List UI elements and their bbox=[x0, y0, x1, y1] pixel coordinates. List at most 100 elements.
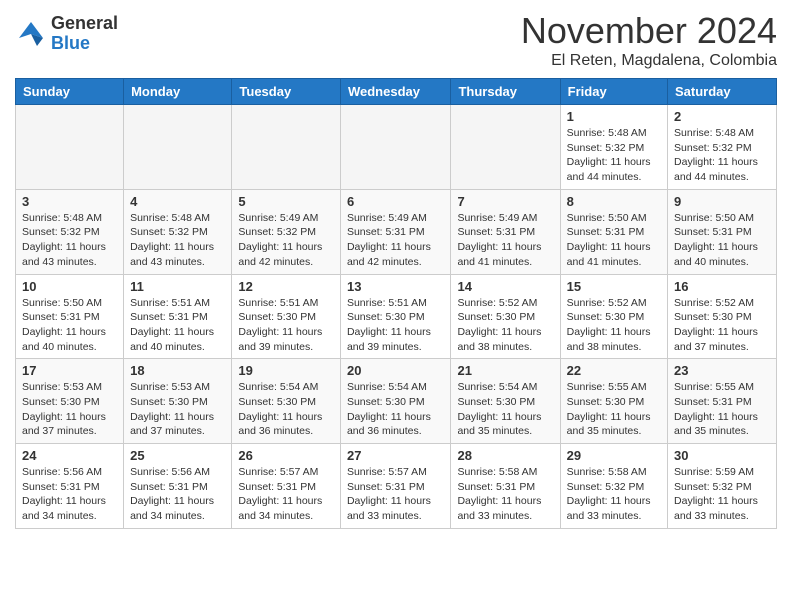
weekday-header-thursday: Thursday bbox=[451, 79, 560, 105]
day-number: 20 bbox=[347, 363, 445, 378]
calendar-cell: 26 Sunrise: 5:57 AMSunset: 5:31 PMDayligh… bbox=[232, 444, 341, 529]
calendar-cell: 2 Sunrise: 5:48 AMSunset: 5:32 PMDaylight… bbox=[668, 105, 777, 190]
calendar-cell: 1 Sunrise: 5:48 AMSunset: 5:32 PMDaylight… bbox=[560, 105, 667, 190]
calendar-cell: 23 Sunrise: 5:55 AMSunset: 5:31 PMDayligh… bbox=[668, 359, 777, 444]
day-number: 23 bbox=[674, 363, 770, 378]
day-info: Sunrise: 5:48 AMSunset: 5:32 PMDaylight:… bbox=[567, 126, 661, 185]
day-number: 13 bbox=[347, 279, 445, 294]
calendar-cell: 10Sunrise: 5:50 AMSunset: 5:31 PMDayligh… bbox=[16, 274, 124, 359]
weekday-header-sunday: Sunday bbox=[16, 79, 124, 105]
calendar-cell: 24 Sunrise: 5:56 AMSunset: 5:31 PMDayligh… bbox=[16, 444, 124, 529]
day-number: 4 bbox=[130, 194, 225, 209]
day-number: 14 bbox=[457, 279, 553, 294]
day-info: Sunrise: 5:52 AMSunset: 5:30 PMDaylight:… bbox=[674, 296, 770, 355]
weekday-header-tuesday: Tuesday bbox=[232, 79, 341, 105]
weekday-header-saturday: Saturday bbox=[668, 79, 777, 105]
day-number: 15 bbox=[567, 279, 661, 294]
calendar-cell: 4 Sunrise: 5:48 AMSunset: 5:32 PMDaylight… bbox=[124, 189, 232, 274]
calendar-cell: 22 Sunrise: 5:55 AMSunset: 5:30 PMDayligh… bbox=[560, 359, 667, 444]
day-info: Sunrise: 5:57 AMSunset: 5:31 PMDaylight:… bbox=[238, 465, 334, 524]
day-number: 17 bbox=[22, 363, 117, 378]
day-info: Sunrise: 5:59 AMSunset: 5:32 PMDaylight:… bbox=[674, 465, 770, 524]
weekday-header-friday: Friday bbox=[560, 79, 667, 105]
logo-icon bbox=[15, 18, 47, 50]
day-info: Sunrise: 5:57 AMSunset: 5:31 PMDaylight:… bbox=[347, 465, 445, 524]
calendar-week-3: 10Sunrise: 5:50 AMSunset: 5:31 PMDayligh… bbox=[16, 274, 777, 359]
calendar-cell: 5 Sunrise: 5:49 AMSunset: 5:32 PMDaylight… bbox=[232, 189, 341, 274]
calendar-cell: 29Sunrise: 5:58 AMSunset: 5:32 PMDayligh… bbox=[560, 444, 667, 529]
day-info: Sunrise: 5:48 AMSunset: 5:32 PMDaylight:… bbox=[674, 126, 770, 185]
calendar-cell: 17 Sunrise: 5:53 AMSunset: 5:30 PMDayligh… bbox=[16, 359, 124, 444]
calendar-cell: 19 Sunrise: 5:54 AMSunset: 5:30 PMDayligh… bbox=[232, 359, 341, 444]
calendar-cell: 6 Sunrise: 5:49 AMSunset: 5:31 PMDaylight… bbox=[340, 189, 451, 274]
calendar-cell: 3Sunrise: 5:48 AMSunset: 5:32 PMDaylight… bbox=[16, 189, 124, 274]
day-info: Sunrise: 5:52 AMSunset: 5:30 PMDaylight:… bbox=[567, 296, 661, 355]
day-number: 26 bbox=[238, 448, 334, 463]
day-info: Sunrise: 5:55 AMSunset: 5:30 PMDaylight:… bbox=[567, 380, 661, 439]
day-number: 25 bbox=[130, 448, 225, 463]
calendar-cell: 13 Sunrise: 5:51 AMSunset: 5:30 PMDayligh… bbox=[340, 274, 451, 359]
day-info: Sunrise: 5:50 AMSunset: 5:31 PMDaylight:… bbox=[22, 296, 117, 355]
day-number: 24 bbox=[22, 448, 117, 463]
subtitle: El Reten, Magdalena, Colombia bbox=[521, 52, 777, 70]
page: General Blue November 2024 El Reten, Mag… bbox=[0, 0, 792, 544]
calendar-week-5: 24 Sunrise: 5:56 AMSunset: 5:31 PMDayligh… bbox=[16, 444, 777, 529]
calendar-cell: 11Sunrise: 5:51 AMSunset: 5:31 PMDayligh… bbox=[124, 274, 232, 359]
calendar-cell: 7 Sunrise: 5:49 AMSunset: 5:31 PMDaylight… bbox=[451, 189, 560, 274]
day-info: Sunrise: 5:58 AMSunset: 5:31 PMDaylight:… bbox=[457, 465, 553, 524]
day-number: 22 bbox=[567, 363, 661, 378]
header: General Blue November 2024 El Reten, Mag… bbox=[15, 10, 777, 70]
calendar-cell: 12 Sunrise: 5:51 AMSunset: 5:30 PMDayligh… bbox=[232, 274, 341, 359]
day-info: Sunrise: 5:50 AMSunset: 5:31 PMDaylight:… bbox=[674, 211, 770, 270]
day-info: Sunrise: 5:49 AMSunset: 5:31 PMDaylight:… bbox=[347, 211, 445, 270]
day-number: 9 bbox=[674, 194, 770, 209]
day-info: Sunrise: 5:52 AMSunset: 5:30 PMDaylight:… bbox=[457, 296, 553, 355]
day-number: 27 bbox=[347, 448, 445, 463]
day-info: Sunrise: 5:51 AMSunset: 5:30 PMDaylight:… bbox=[347, 296, 445, 355]
calendar-cell: 9 Sunrise: 5:50 AMSunset: 5:31 PMDaylight… bbox=[668, 189, 777, 274]
day-number: 19 bbox=[238, 363, 334, 378]
calendar-cell: 28Sunrise: 5:58 AMSunset: 5:31 PMDayligh… bbox=[451, 444, 560, 529]
weekday-header-monday: Monday bbox=[124, 79, 232, 105]
month-title: November 2024 bbox=[521, 10, 777, 52]
day-info: Sunrise: 5:51 AMSunset: 5:31 PMDaylight:… bbox=[130, 296, 225, 355]
calendar-cell: 8 Sunrise: 5:50 AMSunset: 5:31 PMDaylight… bbox=[560, 189, 667, 274]
day-number: 6 bbox=[347, 194, 445, 209]
calendar-header-row: SundayMondayTuesdayWednesdayThursdayFrid… bbox=[16, 79, 777, 105]
day-number: 7 bbox=[457, 194, 553, 209]
calendar-table: SundayMondayTuesdayWednesdayThursdayFrid… bbox=[15, 78, 777, 529]
calendar-cell: 21Sunrise: 5:54 AMSunset: 5:30 PMDayligh… bbox=[451, 359, 560, 444]
day-info: Sunrise: 5:53 AMSunset: 5:30 PMDaylight:… bbox=[22, 380, 117, 439]
calendar-cell: 16 Sunrise: 5:52 AMSunset: 5:30 PMDayligh… bbox=[668, 274, 777, 359]
day-number: 18 bbox=[130, 363, 225, 378]
day-info: Sunrise: 5:55 AMSunset: 5:31 PMDaylight:… bbox=[674, 380, 770, 439]
logo: General Blue bbox=[15, 14, 118, 54]
day-info: Sunrise: 5:50 AMSunset: 5:31 PMDaylight:… bbox=[567, 211, 661, 270]
day-number: 3 bbox=[22, 194, 117, 209]
day-info: Sunrise: 5:51 AMSunset: 5:30 PMDaylight:… bbox=[238, 296, 334, 355]
calendar-week-4: 17 Sunrise: 5:53 AMSunset: 5:30 PMDayligh… bbox=[16, 359, 777, 444]
day-info: Sunrise: 5:54 AMSunset: 5:30 PMDaylight:… bbox=[347, 380, 445, 439]
day-info: Sunrise: 5:49 AMSunset: 5:31 PMDaylight:… bbox=[457, 211, 553, 270]
day-info: Sunrise: 5:49 AMSunset: 5:32 PMDaylight:… bbox=[238, 211, 334, 270]
calendar-cell bbox=[451, 105, 560, 190]
day-info: Sunrise: 5:56 AMSunset: 5:31 PMDaylight:… bbox=[22, 465, 117, 524]
day-number: 29 bbox=[567, 448, 661, 463]
day-number: 16 bbox=[674, 279, 770, 294]
day-info: Sunrise: 5:54 AMSunset: 5:30 PMDaylight:… bbox=[238, 380, 334, 439]
logo-text: General Blue bbox=[51, 14, 118, 54]
logo-general-text: General bbox=[51, 14, 118, 34]
day-info: Sunrise: 5:48 AMSunset: 5:32 PMDaylight:… bbox=[130, 211, 225, 270]
calendar-week-1: 1 Sunrise: 5:48 AMSunset: 5:32 PMDaylight… bbox=[16, 105, 777, 190]
day-number: 21 bbox=[457, 363, 553, 378]
day-number: 12 bbox=[238, 279, 334, 294]
day-number: 8 bbox=[567, 194, 661, 209]
calendar-cell bbox=[16, 105, 124, 190]
day-number: 5 bbox=[238, 194, 334, 209]
logo-blue-text: Blue bbox=[51, 34, 118, 54]
calendar-cell: 14 Sunrise: 5:52 AMSunset: 5:30 PMDayligh… bbox=[451, 274, 560, 359]
day-number: 1 bbox=[567, 109, 661, 124]
day-number: 2 bbox=[674, 109, 770, 124]
calendar-cell: 25Sunrise: 5:56 AMSunset: 5:31 PMDayligh… bbox=[124, 444, 232, 529]
calendar-week-2: 3 Sunrise: 5:48 AMSunset: 5:32 PMDaylight… bbox=[16, 189, 777, 274]
